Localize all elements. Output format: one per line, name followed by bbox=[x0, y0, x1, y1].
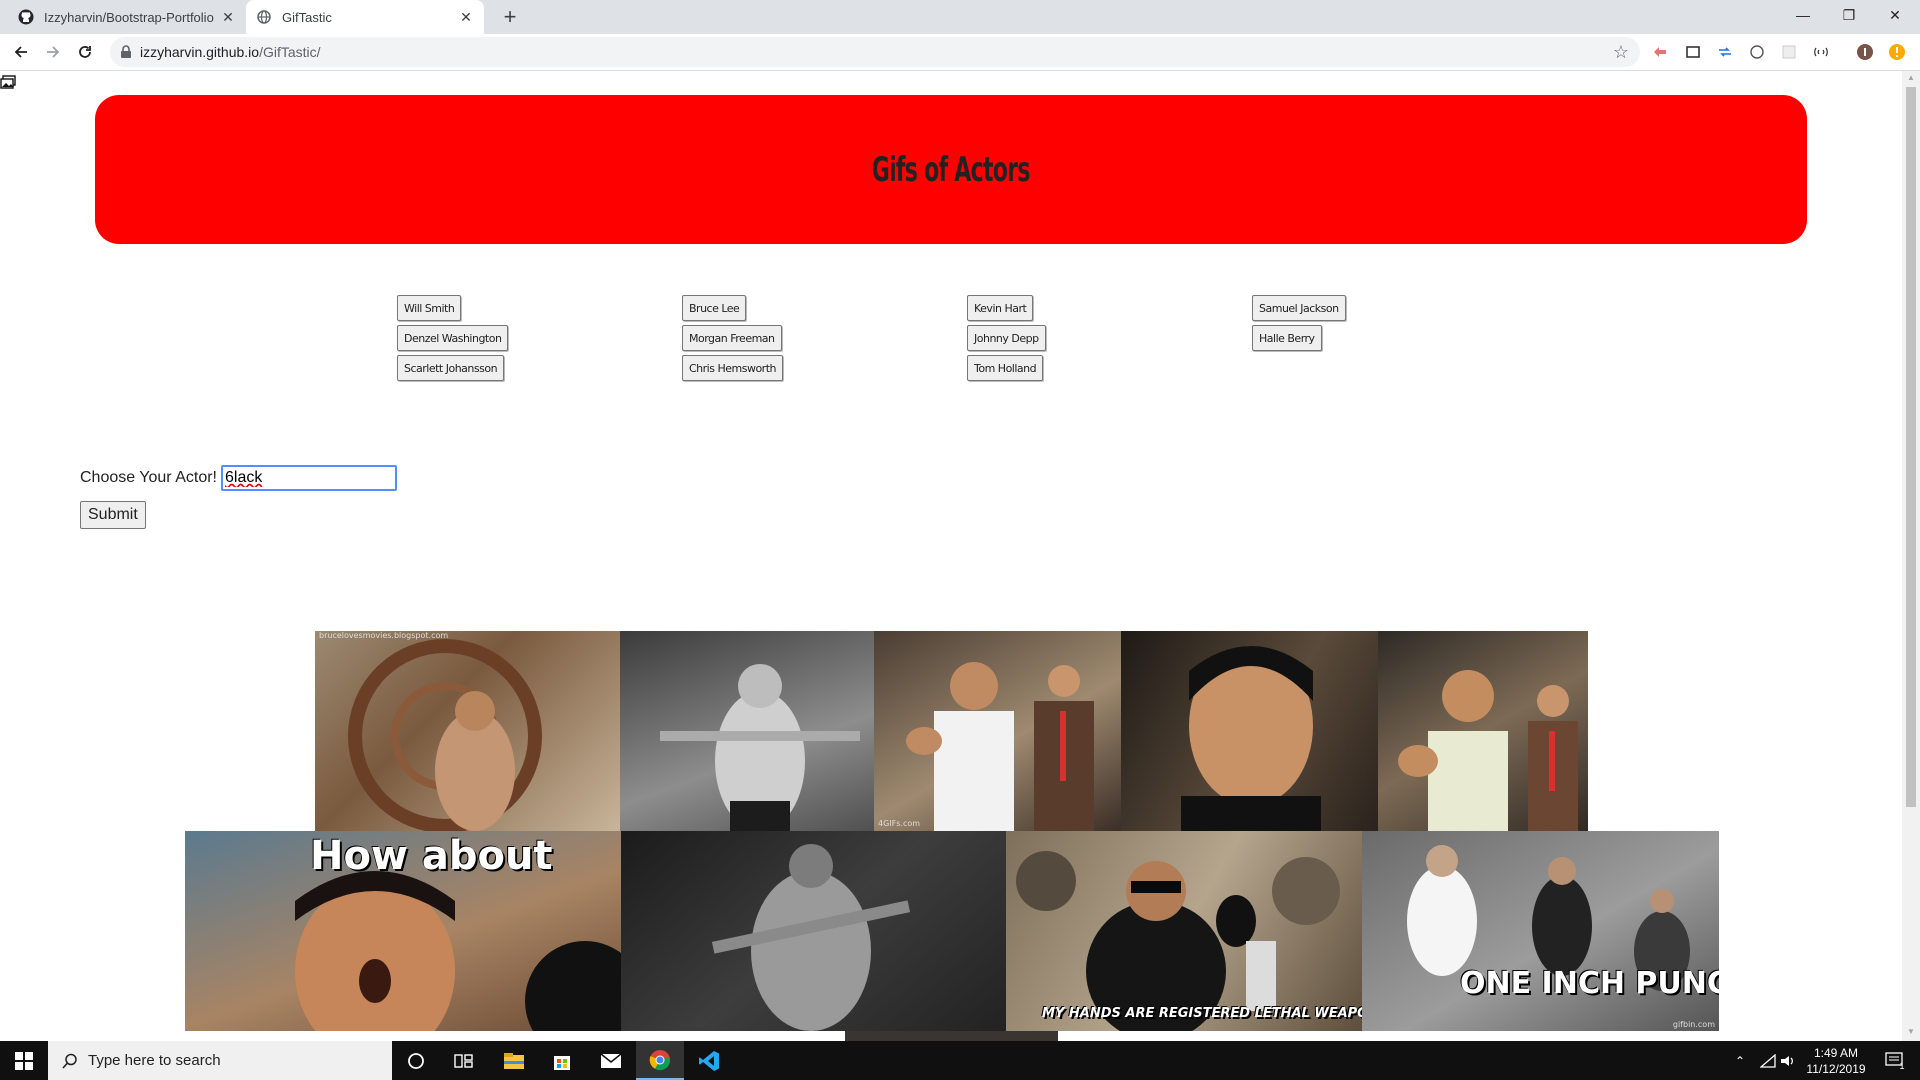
gif-image[interactable]: How about bbox=[185, 831, 621, 1031]
actor-button-halle-berry[interactable]: Halle Berry bbox=[1252, 325, 1322, 351]
task-view-icon[interactable] bbox=[440, 1041, 488, 1080]
taskbar-clock[interactable]: 1:49 AM 11/12/2019 bbox=[1796, 1045, 1876, 1077]
show-hidden-icons-icon[interactable]: ⌃ bbox=[1735, 1041, 1745, 1080]
extension-icon[interactable] bbox=[1650, 42, 1670, 62]
microsoft-store-icon[interactable] bbox=[538, 1041, 586, 1080]
gif-image[interactable] bbox=[621, 831, 1006, 1031]
gif-caption: How about bbox=[310, 833, 553, 879]
taskbar-search-placeholder: Type here to search bbox=[88, 1052, 221, 1069]
gif-image[interactable] bbox=[620, 631, 874, 831]
actor-button-johnny-depp[interactable]: Johnny Depp bbox=[967, 325, 1046, 351]
minimize-icon[interactable]: — bbox=[1780, 0, 1826, 30]
tab-bootstrap-portfolio[interactable]: Izzyharvin/Bootstrap-Portfolio ✕ bbox=[8, 0, 246, 34]
actor-button-column: Kevin Hart Johnny Depp Tom Holland bbox=[967, 295, 1046, 381]
extension-icon[interactable] bbox=[1779, 42, 1799, 62]
actor-button-tom-holland[interactable]: Tom Holland bbox=[967, 355, 1044, 381]
url-host: izzyharvin.github.io bbox=[140, 44, 260, 60]
bookmark-star-icon[interactable]: ☆ bbox=[1610, 41, 1632, 63]
new-tab-button[interactable]: + bbox=[498, 4, 522, 30]
clock-time: 1:49 AM bbox=[1813, 1046, 1859, 1060]
gif-image[interactable]: brucelovesmovies.blogspot.com bbox=[315, 631, 620, 831]
header-jumbotron: Gifs of Actors bbox=[95, 95, 1807, 244]
actor-button-samuel-jackson[interactable]: Samuel Jackson bbox=[1252, 295, 1346, 321]
cast-icon[interactable] bbox=[1811, 42, 1831, 62]
sync-icon[interactable] bbox=[1715, 42, 1735, 62]
actor-button-bruce-lee[interactable]: Bruce Lee bbox=[682, 295, 747, 321]
clock-date: 11/12/2019 bbox=[1806, 1062, 1866, 1076]
page-title: Gifs of Actors bbox=[872, 149, 1031, 190]
actor-input[interactable] bbox=[220, 465, 397, 491]
close-icon[interactable]: ✕ bbox=[458, 9, 474, 26]
tab-title: Izzyharvin/Bootstrap-Portfolio bbox=[44, 9, 214, 25]
scroll-up-arrow-icon[interactable]: ▲ bbox=[1906, 73, 1916, 83]
actor-button-column: Will Smith Denzel Washington Scarlett Jo… bbox=[397, 295, 509, 381]
back-icon[interactable] bbox=[10, 41, 32, 63]
image-icon bbox=[0, 75, 16, 89]
actor-button-will-smith[interactable]: Will Smith bbox=[397, 295, 462, 321]
url-path: /GifTastic/ bbox=[259, 44, 321, 60]
file-explorer-icon[interactable] bbox=[490, 1041, 538, 1080]
actor-button-chris-hemsworth[interactable]: Chris Hemsworth bbox=[682, 355, 783, 381]
address-bar[interactable]: izzyharvin.github.io/GifTastic/ bbox=[110, 37, 1640, 67]
gif-watermark: brucelovesmovies.blogspot.com bbox=[319, 631, 449, 640]
gif-image[interactable] bbox=[1121, 631, 1378, 831]
restore-icon[interactable]: ❐ bbox=[1826, 0, 1872, 30]
page-viewport: Gifs of Actors Will Smith Denzel Washing… bbox=[0, 71, 1902, 1041]
notification-count: 1 bbox=[1899, 1060, 1905, 1071]
extension-icon[interactable] bbox=[1747, 42, 1767, 62]
forward-icon[interactable] bbox=[42, 41, 64, 63]
update-alert-icon[interactable] bbox=[1887, 42, 1907, 62]
vscode-icon[interactable] bbox=[685, 1041, 733, 1080]
actor-button-scarlett-johansson[interactable]: Scarlett Johansson bbox=[397, 355, 505, 381]
actor-button-column: Bruce Lee Morgan Freeman Chris Hemsworth bbox=[682, 295, 783, 381]
gif-image[interactable]: 4GIFs.com bbox=[874, 631, 1121, 831]
gif-image[interactable] bbox=[845, 1031, 1058, 1041]
profile-avatar-icon[interactable] bbox=[1855, 42, 1875, 62]
notifications-icon[interactable]: 1 bbox=[1880, 1041, 1910, 1080]
gif-watermark: 4GIFs.com bbox=[878, 819, 921, 828]
mail-icon[interactable] bbox=[587, 1041, 635, 1080]
screenshot-icon[interactable] bbox=[1683, 42, 1703, 62]
actor-button-morgan-freeman[interactable]: Morgan Freeman bbox=[682, 325, 782, 351]
lock-icon bbox=[120, 45, 132, 59]
search-icon bbox=[62, 1053, 78, 1069]
gif-image[interactable]: MY HANDS ARE REGISTERED LETHAL WEAPONS bbox=[1006, 831, 1362, 1031]
actor-button-denzel-washington[interactable]: Denzel Washington bbox=[397, 325, 509, 351]
actor-form: Choose Your Actor! bbox=[80, 465, 397, 491]
window-close-icon[interactable]: ✕ bbox=[1872, 0, 1918, 30]
tab-giftastic[interactable]: GifTastic ✕ bbox=[246, 0, 484, 34]
gif-caption: MY HANDS ARE REGISTERED LETHAL WEAPONS bbox=[1042, 1006, 1362, 1021]
gif-watermark: gifbin.com bbox=[1672, 1020, 1715, 1029]
actor-button-column: Samuel Jackson Halle Berry bbox=[1252, 295, 1346, 351]
close-icon[interactable]: ✕ bbox=[220, 9, 236, 26]
reload-icon[interactable] bbox=[74, 41, 96, 63]
globe-icon bbox=[256, 9, 272, 25]
network-icon[interactable] bbox=[1760, 1041, 1776, 1080]
cortana-icon[interactable] bbox=[392, 1041, 440, 1080]
volume-icon[interactable] bbox=[1780, 1041, 1796, 1080]
gif-caption: ONE INCH PUNCH bbox=[1460, 966, 1719, 1001]
github-icon bbox=[18, 9, 34, 25]
tab-strip: Izzyharvin/Bootstrap-Portfolio ✕ GifTast… bbox=[0, 0, 1920, 34]
chrome-icon[interactable] bbox=[636, 1041, 684, 1080]
gif-image[interactable] bbox=[1378, 631, 1588, 831]
page-scrollbar[interactable]: ▲ ▼ bbox=[1902, 71, 1920, 1041]
submit-button[interactable]: Submit bbox=[80, 501, 146, 529]
windows-taskbar: Type here to search ⌃ 1:49 AM 11/12/2019… bbox=[0, 1041, 1920, 1080]
browser-toolbar: izzyharvin.github.io/GifTastic/ ☆ bbox=[0, 34, 1920, 71]
tab-title: GifTastic bbox=[282, 9, 332, 25]
windows-start-icon[interactable] bbox=[0, 1041, 48, 1080]
scroll-thumb[interactable] bbox=[1906, 87, 1916, 807]
scroll-down-arrow-icon[interactable]: ▼ bbox=[1906, 1027, 1916, 1037]
gif-image[interactable]: ONE INCH PUNCH gifbin.com bbox=[1362, 831, 1719, 1031]
actor-input-label: Choose Your Actor! bbox=[80, 469, 217, 486]
actor-button-kevin-hart[interactable]: Kevin Hart bbox=[967, 295, 1034, 321]
taskbar-search-box[interactable]: Type here to search bbox=[48, 1041, 392, 1080]
